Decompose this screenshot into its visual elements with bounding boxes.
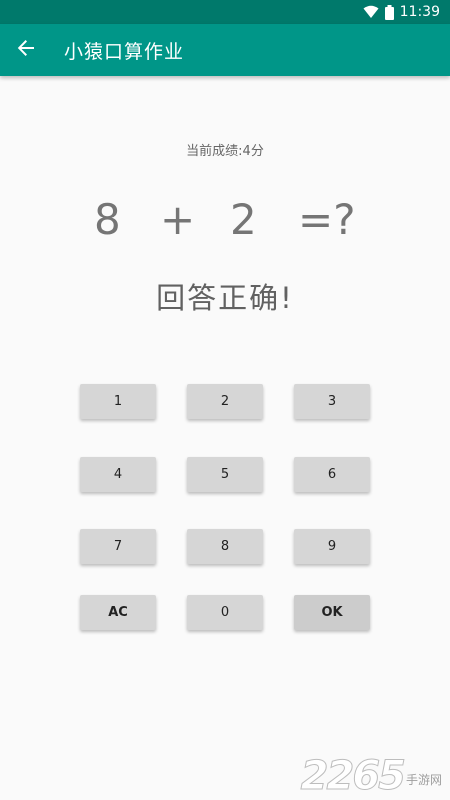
equals-prompt: =? (298, 195, 356, 244)
result-message: 回答正确! (156, 281, 294, 315)
arrow-left-icon (17, 39, 35, 61)
back-button[interactable] (0, 24, 52, 76)
keypad: 1 2 3 4 5 6 7 8 9 AC 0 OK (0, 0, 450, 800)
key-0-button[interactable]: 0 (187, 595, 263, 630)
operand-a: 8 (94, 195, 121, 244)
battery-icon (384, 4, 394, 20)
operator: + (160, 195, 196, 244)
key-8-button[interactable]: 8 (187, 529, 263, 564)
equation: 8 + 2 =? (0, 195, 450, 251)
status-bar: 11:39 (0, 0, 450, 24)
watermark-number: 2265 (300, 753, 406, 799)
wifi-icon (363, 5, 379, 19)
page-title: 小猿口算作业 (64, 40, 185, 63)
ok-button[interactable]: OK (294, 595, 370, 630)
key-3-button[interactable]: 3 (294, 384, 370, 419)
status-time: 11:39 (399, 4, 440, 20)
key-9-button[interactable]: 9 (294, 529, 370, 564)
key-1-button[interactable]: 1 (80, 384, 156, 419)
key-7-button[interactable]: 7 (80, 529, 156, 564)
app-bar: 小猿口算作业 (0, 24, 450, 76)
clear-button[interactable]: AC (80, 595, 156, 630)
key-6-button[interactable]: 6 (294, 457, 370, 492)
score-label: 当前成绩:4分 (186, 144, 264, 159)
watermark-text: 手游网 (405, 773, 442, 787)
operand-b: 2 (230, 195, 257, 244)
key-4-button[interactable]: 4 (80, 457, 156, 492)
key-5-button[interactable]: 5 (187, 457, 263, 492)
watermark: 2265 手游网 (300, 753, 442, 799)
key-2-button[interactable]: 2 (187, 384, 263, 419)
